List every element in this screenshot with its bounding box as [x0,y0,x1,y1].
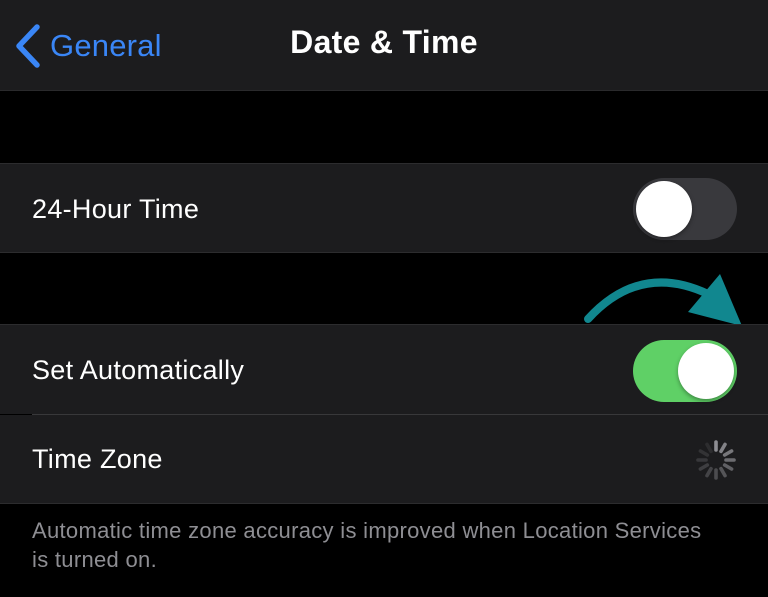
footer-note: Automatic time zone accuracy is improved… [32,518,702,572]
row-time-zone-label: Time Zone [32,444,163,474]
row-24-hour-time-label: 24-Hour Time [32,194,200,224]
navigation-bar: General Date & Time [0,0,768,91]
row-set-automatically: Set Automatically [0,324,768,414]
spinner-icon [696,440,736,480]
toggle-knob [678,343,734,399]
curved-arrow-icon [584,274,742,326]
toggle-knob [636,181,692,237]
page-title: Date & Time [290,24,478,60]
24-hour-time-toggle[interactable] [633,178,737,240]
set-automatically-toggle[interactable] [633,340,737,402]
row-set-automatically-label: Set Automatically [32,355,245,385]
row-24-hour-time: 24-Hour Time [0,163,768,253]
row-time-zone[interactable]: Time Zone [0,415,768,504]
